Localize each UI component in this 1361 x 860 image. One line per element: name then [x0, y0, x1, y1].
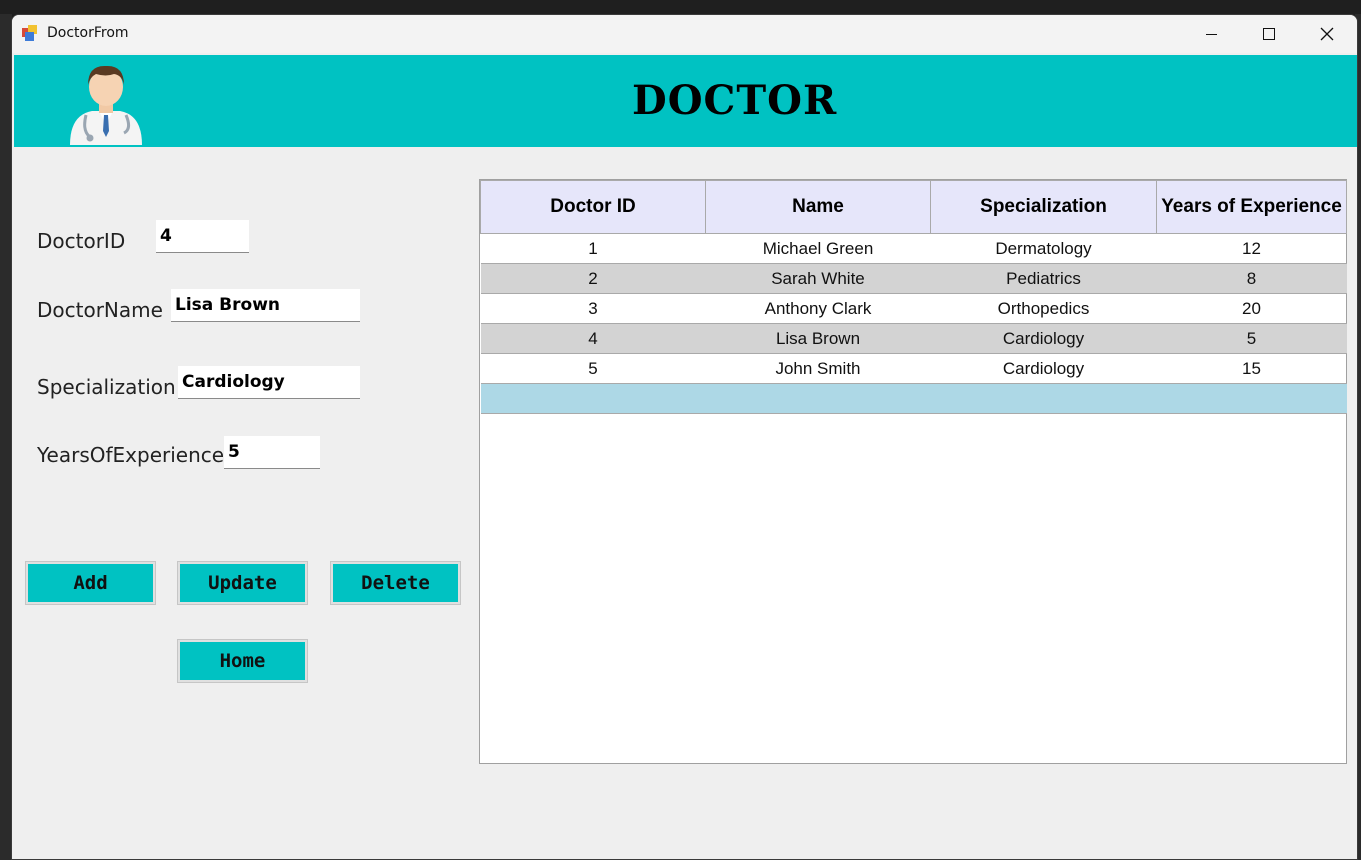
cell-doctor-id[interactable]: 3 — [480, 293, 706, 324]
window-title: DoctorFrom — [47, 25, 129, 41]
cell-doctor-id[interactable]: 4 — [480, 323, 706, 354]
background-top-strip — [0, 0, 1361, 14]
years-field[interactable]: 5 — [224, 436, 320, 469]
cell-specialization[interactable]: Orthopedics — [930, 293, 1157, 324]
cell-years[interactable]: 5 — [1156, 323, 1347, 354]
cell-name[interactable]: Lisa Brown — [705, 323, 931, 354]
home-button[interactable]: Home — [178, 640, 307, 682]
specialization-field[interactable]: Cardiology — [178, 366, 360, 399]
cell-doctor-id[interactable]: 5 — [480, 353, 706, 384]
new-row-cell[interactable] — [705, 383, 931, 414]
update-button[interactable]: Update — [178, 562, 307, 604]
cell-specialization[interactable]: Pediatrics — [930, 263, 1157, 294]
cell-name[interactable]: Anthony Clark — [705, 293, 931, 324]
table-header-row: Doctor ID Name Specialization Years of E… — [480, 180, 1347, 234]
cell-doctor-id[interactable]: 1 — [480, 233, 706, 264]
cell-doctor-id[interactable]: 2 — [480, 263, 706, 294]
close-icon — [1320, 27, 1334, 41]
close-button[interactable] — [1298, 15, 1356, 53]
cell-specialization[interactable]: Dermatology — [930, 233, 1157, 264]
column-header-years[interactable]: Years of Experience — [1156, 180, 1347, 234]
maximize-icon — [1263, 28, 1275, 40]
table-row[interactable]: 4 Lisa Brown Cardiology 5 — [480, 323, 1347, 354]
cell-years[interactable]: 15 — [1156, 353, 1347, 384]
maximize-button[interactable] — [1240, 15, 1298, 53]
cell-specialization[interactable]: Cardiology — [930, 353, 1157, 384]
app-icon — [22, 25, 37, 41]
cell-years[interactable]: 8 — [1156, 263, 1347, 294]
table-row[interactable]: 2 Sarah White Pediatrics 8 — [480, 263, 1347, 294]
page-title: DOCTOR — [632, 77, 838, 124]
table-row[interactable]: 5 John Smith Cardiology 15 — [480, 353, 1347, 384]
specialization-label: Specialization — [37, 375, 176, 399]
doctor-id-label: DoctorID — [37, 229, 126, 253]
column-header-name[interactable]: Name — [705, 180, 931, 234]
cell-name[interactable]: Sarah White — [705, 263, 931, 294]
delete-button[interactable]: Delete — [331, 562, 460, 604]
page-header: DOCTOR — [14, 55, 1357, 147]
title-bar: DoctorFrom — [12, 15, 1357, 53]
years-label: YearsOfExperience — [37, 443, 225, 467]
doctor-avatar-icon — [70, 65, 142, 145]
minimize-icon — [1205, 33, 1217, 35]
column-header-specialization[interactable]: Specialization — [930, 180, 1157, 234]
table-row[interactable]: 1 Michael Green Dermatology 12 — [480, 233, 1347, 264]
minimize-button[interactable] — [1182, 15, 1240, 53]
doctor-name-label: DoctorName — [37, 298, 163, 322]
new-row-cell[interactable] — [930, 383, 1157, 414]
cell-years[interactable]: 20 — [1156, 293, 1347, 324]
cell-years[interactable]: 12 — [1156, 233, 1347, 264]
cell-specialization[interactable]: Cardiology — [930, 323, 1157, 354]
column-header-doctor-id[interactable]: Doctor ID — [480, 180, 706, 234]
new-row-cell[interactable] — [1156, 383, 1347, 414]
doctor-name-field[interactable]: Lisa Brown — [171, 289, 360, 322]
doctor-table: Doctor ID Name Specialization Years of E… — [480, 180, 1347, 414]
doctor-form-window: DoctorFrom DOCTOR DoctorID 4 DoctorName … — [11, 14, 1358, 860]
new-row-cell[interactable] — [480, 383, 706, 414]
doctor-id-field[interactable]: 4 — [156, 220, 249, 253]
add-button[interactable]: Add — [26, 562, 155, 604]
new-row[interactable] — [480, 383, 1347, 414]
cell-name[interactable]: John Smith — [705, 353, 931, 384]
doctor-data-grid[interactable]: Doctor ID Name Specialization Years of E… — [479, 179, 1347, 764]
cell-name[interactable]: Michael Green — [705, 233, 931, 264]
table-row[interactable]: 3 Anthony Clark Orthopedics 20 — [480, 293, 1347, 324]
